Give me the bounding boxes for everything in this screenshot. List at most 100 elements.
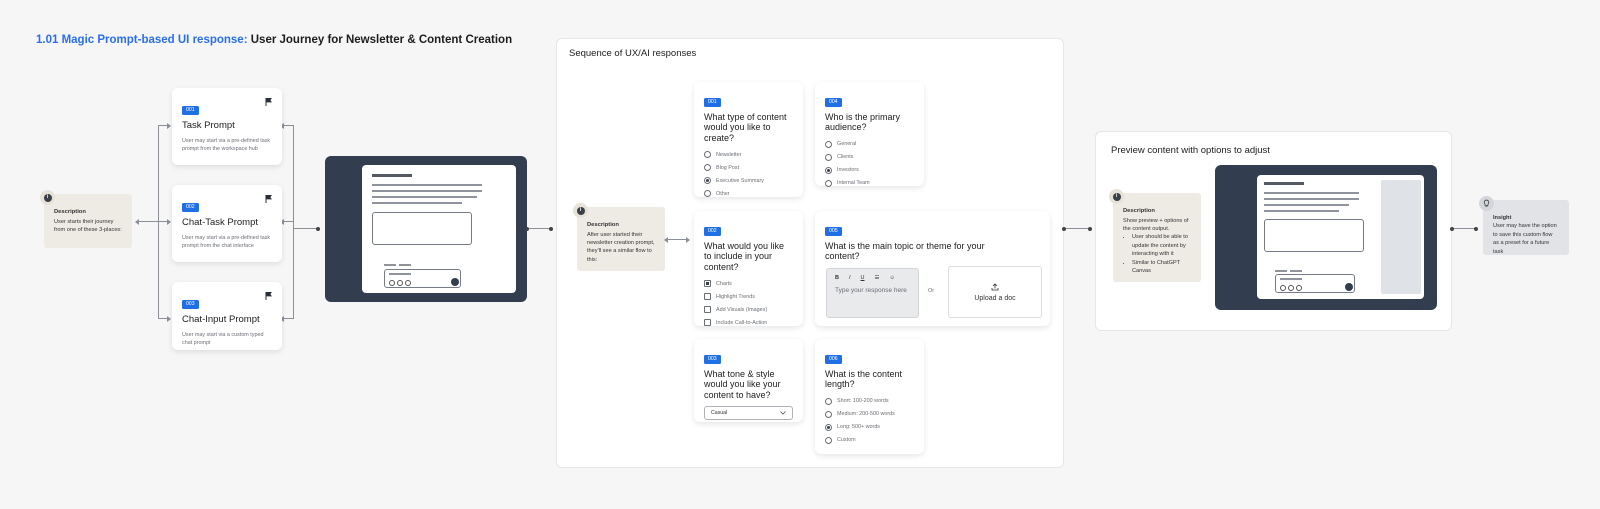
document-sheet [1257, 175, 1424, 299]
format-button[interactable]: B [835, 275, 839, 281]
description-heading: Description [54, 209, 86, 215]
radio-option[interactable]: Custom [825, 434, 914, 447]
circle-icon [1296, 285, 1302, 291]
radio-button[interactable] [825, 397, 832, 405]
radio-button[interactable] [825, 166, 832, 174]
connector [1450, 226, 1478, 231]
prompt-title: Chat-Input Prompt [182, 314, 260, 325]
option-label: Add Visuals (Images) [716, 306, 768, 313]
question-card-006: 006 What is the content length? Short: 1… [815, 339, 924, 454]
response-editor[interactable]: B I U ☰ ☺ Type your response here [826, 268, 919, 318]
radio-button[interactable] [825, 423, 832, 431]
flag-icon [265, 195, 272, 203]
bullet-item: User should be able to update the conten… [1132, 233, 1191, 258]
circle-icon [405, 280, 411, 286]
prompt-tag: 001 [182, 106, 199, 115]
text-line [1264, 192, 1359, 194]
radio-option[interactable]: Clients [825, 151, 914, 164]
tone-select[interactable]: Casual [704, 406, 793, 421]
option-label: Charts [716, 280, 732, 287]
prompt-card-task[interactable]: 001 Task Prompt User may start via a pre… [172, 88, 282, 165]
insight-heading: Insight [1493, 215, 1512, 221]
radio-button[interactable] [825, 153, 832, 161]
description-intro: Show preview + options of the content ou… [1123, 217, 1189, 233]
radio-option[interactable]: Internal Team [825, 177, 914, 190]
question-tag: 006 [825, 355, 842, 364]
question-options: Newsletter Blog Post Executive Summary Othe… [704, 148, 793, 200]
option-label: Custom [837, 437, 856, 444]
checkbox-option[interactable]: Highlight Trends [704, 290, 793, 303]
option-label: Newsletter [716, 151, 742, 158]
insight-card: Insight User may have the option to save… [1479, 196, 1569, 255]
radio-button[interactable] [704, 190, 711, 198]
prompt-card-chat-input[interactable]: 003 Chat-Input Prompt User may start via… [172, 282, 282, 350]
radio-option[interactable]: Executive Summary [704, 174, 793, 187]
text-line [1275, 270, 1287, 272]
radio-option[interactable]: Long: 500+ words [825, 421, 914, 434]
prompt-title: Task Prompt [182, 120, 235, 131]
question-card-002: 002 What would you like to include in yo… [694, 211, 803, 329]
text-line [1280, 278, 1302, 280]
connector [280, 315, 293, 322]
text-line [389, 273, 411, 275]
checkbox[interactable] [704, 306, 711, 314]
radio-option[interactable]: Other [704, 187, 793, 200]
question-title: What would you like to include in your c… [704, 241, 785, 272]
text-line [372, 174, 412, 177]
radio-option[interactable]: Medium: 200-500 words [825, 408, 914, 421]
option-label: Blog Post [716, 164, 740, 171]
prompt-card-chat-task[interactable]: 002 Chat-Task Prompt User may start via … [172, 185, 282, 262]
radio-button[interactable] [704, 151, 711, 159]
connector [293, 125, 294, 319]
option-label: Clients [837, 154, 854, 161]
connector [664, 236, 690, 243]
option-label: Long: 500+ words [837, 424, 881, 431]
text-line [1264, 182, 1304, 185]
page-title: 1.01 Magic Prompt-based UI response: Use… [36, 34, 512, 46]
format-button[interactable]: ☺ [889, 275, 895, 281]
connector [158, 125, 159, 319]
connector [293, 226, 320, 231]
radio-option[interactable]: Blog Post [704, 161, 793, 174]
radio-button[interactable] [825, 436, 832, 444]
sequence-title: Sequence of UX/AI responses [569, 48, 697, 59]
checkbox[interactable] [704, 319, 711, 327]
radio-button[interactable] [704, 164, 711, 172]
info-icon: i [40, 190, 55, 205]
flag-icon [265, 292, 272, 300]
circle-icon [397, 280, 403, 286]
connector [158, 122, 171, 129]
question-card-003: 003 What tone & style would you like you… [694, 339, 803, 422]
radio-button[interactable] [825, 140, 832, 148]
title-text: User Journey for Newsletter & Content Cr… [250, 34, 513, 46]
radio-option[interactable]: Short: 100-200 words [825, 395, 914, 408]
checkbox[interactable] [704, 293, 711, 301]
checkbox-option[interactable]: Add Visuals (Images) [704, 303, 793, 316]
radio-button[interactable] [825, 179, 832, 187]
question-title: Who is the primary audience? [825, 112, 901, 133]
format-button[interactable]: ☰ [875, 275, 880, 281]
radio-option[interactable]: Investors [825, 164, 914, 177]
options-sidebar [1381, 180, 1421, 294]
radio-button[interactable] [825, 410, 832, 418]
radio-button[interactable] [704, 177, 711, 185]
prompt-desc: User may start via a custom typed chat p… [182, 332, 264, 347]
format-button[interactable]: I [849, 275, 851, 281]
checkbox[interactable] [704, 280, 711, 288]
checkbox-option[interactable]: Charts [704, 277, 793, 290]
upload-doc-button[interactable]: Upload a doc [948, 266, 1042, 318]
description-text: After user started their newsletter crea… [587, 231, 655, 263]
flag-icon [265, 98, 272, 106]
checkbox-option[interactable]: Include Call-to-Action [704, 316, 793, 329]
format-button[interactable]: U [861, 275, 865, 281]
info-icon: i [573, 203, 588, 218]
connector [135, 218, 158, 225]
screen-mockup [325, 156, 527, 302]
input-box [372, 212, 472, 245]
radio-option[interactable]: General [825, 138, 914, 151]
option-label: Medium: 200-500 words [837, 411, 895, 418]
insight-text: User may have the option to save this cu… [1493, 223, 1557, 255]
question-tag: 001 [704, 98, 721, 107]
option-label: Include Call-to-Action [716, 319, 768, 326]
radio-option[interactable]: Newsletter [704, 148, 793, 161]
